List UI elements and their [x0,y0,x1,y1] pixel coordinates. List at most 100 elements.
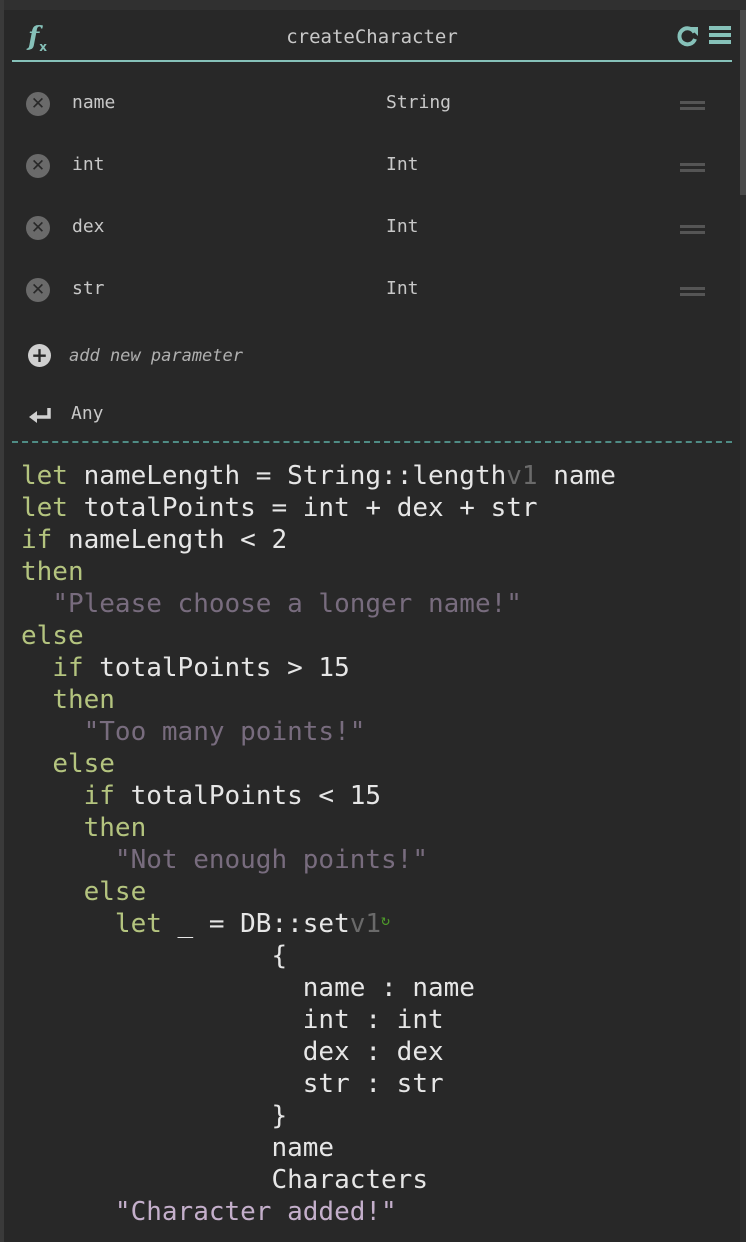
keyword: let [21,493,68,523]
code-line: name [21,1132,616,1164]
string-literal: "Please choose a longer name!" [52,589,522,619]
drag-handle-icon[interactable] [680,225,705,237]
code-line: } [21,1100,616,1132]
code-text: name [537,461,616,491]
keyword: if [52,653,84,683]
keyword: else [52,749,115,779]
menu-icon[interactable] [709,26,731,46]
parameter-row: ✕ dex Int [26,214,716,244]
string-literal: "Not enough points!" [114,845,428,875]
code-text: totalPoints < 15 [114,781,382,811]
code-line: else [21,876,616,908]
code-text: _ = DB::set [161,909,350,939]
parameter-name[interactable]: name [72,92,115,113]
top-strip [0,0,746,10]
function-name[interactable]: createCharacter [12,26,732,48]
code-line: then [21,684,616,716]
code-text: totalPoints = int + dex + str [67,493,538,523]
refresh-icon[interactable] [676,24,700,48]
return-type[interactable]: Any [71,403,104,424]
scrollbar-thumb[interactable] [740,10,746,195]
plus-circle-icon: + [28,344,51,367]
drag-handle-icon[interactable] [680,287,705,299]
code-line: { [21,940,616,972]
left-border [0,0,4,1242]
keyword: else [21,621,84,651]
code-line: "Not enough points!" [21,844,616,876]
keyword: let [114,909,162,939]
menu-bar [709,40,731,44]
code-editor[interactable]: let nameLength = String::lengthv1 name le… [21,460,616,1228]
code-text: name [21,1133,335,1163]
scrollbar[interactable] [740,10,746,1242]
parameter-row: ✕ str Int [26,276,716,306]
code-line: else [21,748,616,780]
code-text: str : str [21,1069,444,1099]
code-line: if totalPoints > 15 [21,652,616,684]
parameter-name[interactable]: dex [72,216,105,237]
code-text: nameLength = String::length [67,461,507,491]
code-line: let _ = DB::setv1↻ [21,908,616,940]
code-line: then [21,556,616,588]
code-line: "Please choose a longer name!" [21,588,616,620]
return-type-row: Any [26,400,326,430]
version-label: v1 [349,909,382,939]
keyword: else [83,877,147,907]
code-line: "Too many points!" [21,716,616,748]
parameter-name[interactable]: str [72,278,105,299]
parameter-name[interactable]: int [72,154,105,175]
delete-parameter-icon[interactable]: ✕ [26,92,50,116]
code-line: if nameLength < 2 [21,524,616,556]
code-line: Characters [21,1164,616,1196]
keyword: let [21,461,68,491]
db-execute-icon[interactable]: ↻ [381,911,390,929]
parameter-type[interactable]: Int [386,216,419,237]
keyword: then [83,813,147,843]
delete-parameter-icon[interactable]: ✕ [26,216,50,240]
code-text: { [21,941,288,971]
code-text: int : int [21,1005,444,1035]
code-line: dex : dex [21,1036,616,1068]
drag-handle-icon[interactable] [680,101,705,113]
code-line: else [21,620,616,652]
parameter-row: ✕ name String [26,90,716,120]
parameter-row: ✕ int Int [26,152,716,182]
delete-parameter-icon[interactable]: ✕ [26,154,50,178]
keyword: then [21,557,84,587]
parameter-type[interactable]: String [386,92,451,113]
add-parameter-button[interactable]: + add new parameter [26,342,326,372]
parameter-type[interactable]: Int [386,278,419,299]
delete-parameter-icon[interactable]: ✕ [26,278,50,302]
keyword: if [83,781,115,811]
code-line: int : int [21,1004,616,1036]
string-literal: "Too many points!" [83,717,366,747]
code-line: let totalPoints = int + dex + str [21,492,616,524]
code-line: then [21,812,616,844]
code-text: nameLength < 2 [52,525,288,555]
menu-bar [709,26,731,30]
code-text: name : name [21,973,475,1003]
code-line: str : str [21,1068,616,1100]
code-text: totalPoints > 15 [83,653,350,683]
add-parameter-label: add new parameter [69,346,243,366]
code-text: dex : dex [21,1037,444,1067]
code-text: Characters [21,1165,428,1195]
menu-bar [709,33,731,37]
drag-handle-icon[interactable] [680,163,705,175]
function-header: fx createCharacter [12,20,732,62]
section-divider [12,441,732,443]
keyword: if [21,525,53,555]
code-line: if totalPoints < 15 [21,780,616,812]
parameter-type[interactable]: Int [386,154,419,175]
